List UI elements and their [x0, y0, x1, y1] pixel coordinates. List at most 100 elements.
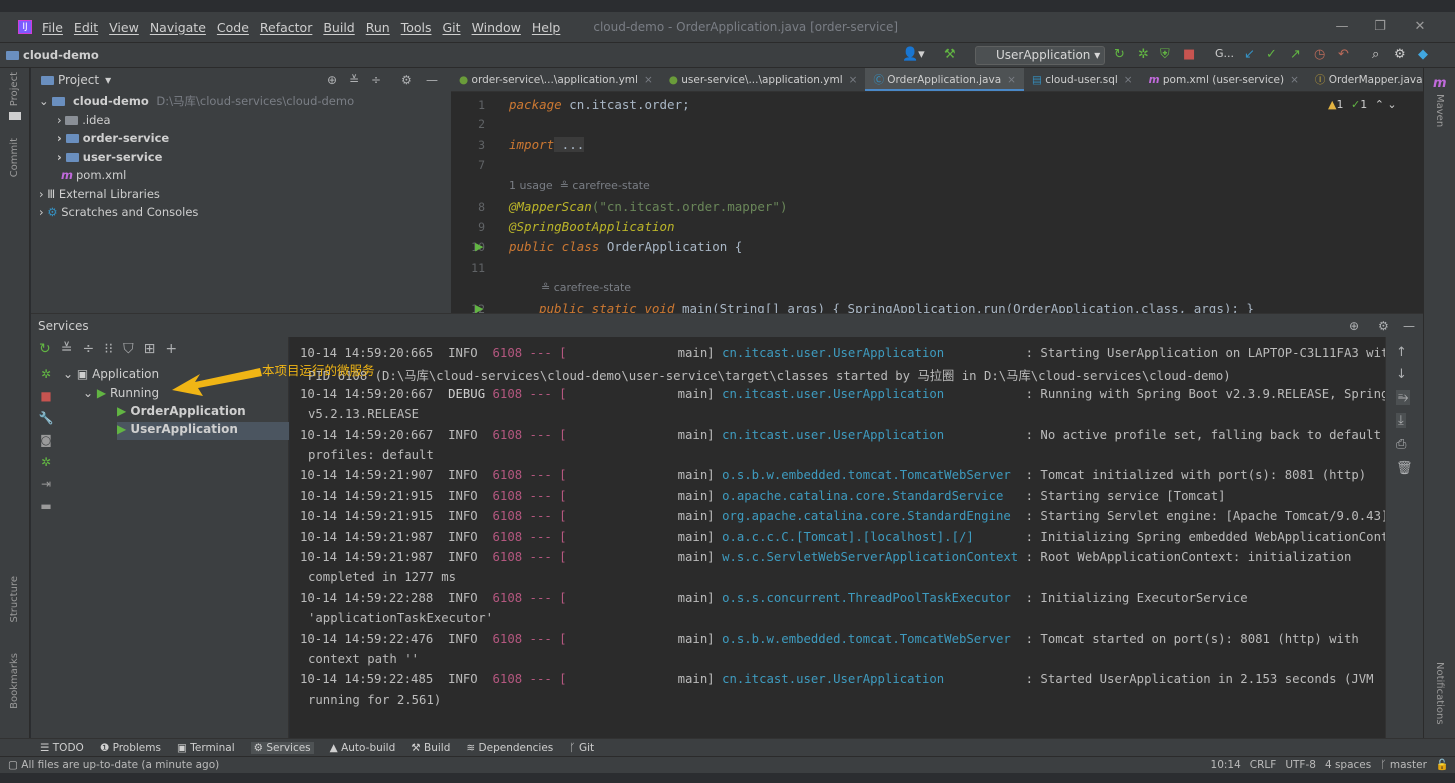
tab-cloud-user-sql[interactable]: ▤ cloud-user.sql ×	[1024, 68, 1141, 91]
add-service-icon[interactable]: +	[165, 341, 177, 357]
menu-navigate[interactable]: Navigate	[150, 20, 206, 35]
status-message[interactable]: All files are up-to-date (a minute ago)	[21, 759, 219, 771]
search-icon[interactable]: ⌕	[1372, 47, 1379, 62]
stripe-commit-tab[interactable]: Commit	[9, 138, 20, 177]
tab-order-mapper-java[interactable]: Ⓘ OrderMapper.java	[1307, 68, 1423, 91]
menu-run[interactable]: Run	[366, 20, 390, 35]
menu-file[interactable]: File	[42, 20, 63, 35]
coverage-icon[interactable]: ⛨	[1160, 47, 1170, 62]
toolwin-auto-build[interactable]: ▲ Auto-build	[330, 742, 396, 754]
stripe-maven-tab[interactable]: Maven	[1434, 94, 1445, 127]
menu-git[interactable]: Git	[443, 20, 461, 35]
git-update-icon[interactable]: ↙	[1244, 47, 1255, 62]
rerun-icon[interactable]: ↻	[39, 341, 51, 357]
breadcrumb-project[interactable]: cloud-demo	[23, 48, 99, 62]
service-order-application[interactable]: ▶ OrderApplication	[117, 404, 246, 418]
collapse-all-icon[interactable]: ÷	[82, 341, 94, 357]
toolwin-problems[interactable]: ❶ Problems	[100, 742, 161, 754]
services-root[interactable]: ⌄ ▣ Application	[63, 367, 159, 381]
menu-tools[interactable]: Tools	[401, 20, 432, 35]
git-commit-icon[interactable]: ✓	[1266, 47, 1277, 62]
tree-item-order-service[interactable]: › order-service	[39, 129, 451, 148]
inspection-widget[interactable]: ▲1 ✓1 ⌃ ⌄	[1328, 98, 1397, 111]
soft-wrap-icon[interactable]: ⥱	[1396, 390, 1411, 405]
coverage-icon[interactable]: ✲	[31, 455, 61, 477]
scroll-to-end-icon[interactable]: ⤓	[1396, 413, 1406, 428]
indent-setting[interactable]: 4 spaces	[1325, 757, 1371, 773]
toolwin-todo[interactable]: ☰ TODO	[40, 742, 84, 754]
hide-panel-icon[interactable]: —	[426, 73, 438, 87]
panel-settings-icon[interactable]: ⚙	[1378, 314, 1389, 338]
hide-panel-icon[interactable]: —	[1403, 314, 1415, 338]
minimize-icon[interactable]: —	[1322, 12, 1362, 42]
stripe-notifications-tab[interactable]: Notifications	[1434, 662, 1445, 725]
locate-icon[interactable]: ⊕	[327, 73, 337, 87]
project-view-select[interactable]: Project	[58, 73, 99, 87]
line-separator[interactable]: CRLF	[1250, 757, 1277, 773]
maven-icon[interactable]: m	[1433, 76, 1447, 91]
panel-settings-icon[interactable]: ⚙	[401, 73, 412, 87]
caret-position[interactable]: 10:14	[1211, 757, 1241, 773]
git-branch[interactable]: ᚴ master	[1380, 757, 1427, 773]
code-line[interactable]: package cn.itcast.order;	[509, 97, 690, 112]
tree-item-external-libraries[interactable]: › Ⅲ External Libraries	[39, 185, 451, 204]
toolwin-dependencies[interactable]: ≋ Dependencies	[466, 742, 553, 754]
menu-view[interactable]: View	[109, 20, 139, 35]
status-window-icon[interactable]: ▢	[8, 759, 18, 771]
toolwin-build[interactable]: ⚒ Build	[411, 742, 450, 754]
tab-order-application-yml[interactable]: ● order-service\...\application.yml ×	[451, 68, 661, 91]
clear-icon[interactable]: 🗑	[1396, 461, 1413, 476]
stop-icon[interactable]: ■	[1183, 47, 1195, 62]
history-icon[interactable]: ◷	[1314, 47, 1325, 62]
service-user-application[interactable]: ▶ UserApplication	[117, 422, 289, 440]
rollback-icon[interactable]: ↶	[1338, 47, 1349, 62]
exit-icon[interactable]: ⇥	[31, 477, 61, 499]
rerun-icon[interactable]: ↻	[1114, 47, 1125, 62]
lock-icon[interactable]: 🔓	[1436, 757, 1449, 773]
project-icon[interactable]	[9, 112, 21, 120]
inlay-hint[interactable]: 1 usage ≗ carefree-state	[509, 179, 650, 192]
tree-item-scratches[interactable]: › ⚙ Scratches and Consoles	[39, 203, 451, 222]
menu-code[interactable]: Code	[217, 20, 249, 35]
collapse-all-icon[interactable]: ÷	[371, 73, 381, 87]
run-gutter-icon[interactable]: ▶	[475, 240, 483, 253]
tab-user-application-yml[interactable]: ● user-service\...\application.yml ×	[661, 68, 866, 91]
toolwin-services[interactable]: ⚙ Services	[250, 741, 314, 754]
scroll-down-icon[interactable]: ↓	[1396, 367, 1407, 382]
tree-item-idea[interactable]: › .idea	[39, 111, 451, 130]
wrench-icon[interactable]: 🔧	[31, 411, 61, 433]
tab-order-application-java[interactable]: Ⓒ OrderApplication.java ×	[865, 68, 1024, 91]
code-line[interactable]: @SpringBootApplication	[509, 219, 675, 234]
expand-all-icon[interactable]: ≚	[349, 73, 359, 87]
chevron-down-icon[interactable]: ▾	[105, 73, 111, 87]
console-output[interactable]: 10-14 14:59:20:665 INFO 6108 --- [ main]…	[290, 337, 1385, 738]
run-configuration-select[interactable]: UserApplication ▾	[975, 46, 1105, 65]
services-group-running[interactable]: ⌄ ▶ Running	[83, 386, 159, 400]
user-icon[interactable]: 👤▾	[902, 47, 925, 62]
code-line[interactable]: import ...	[509, 137, 585, 152]
close-icon[interactable]: ✕	[1400, 12, 1440, 42]
tree-root[interactable]: ⌄ cloud-demo D:\马库\cloud-services\cloud-…	[39, 92, 451, 111]
debug-icon[interactable]: ✲	[1138, 47, 1149, 62]
new-tab-icon[interactable]: ⊞	[144, 341, 156, 357]
code-line[interactable]: @MapperScan("cn.itcast.order.mapper")	[509, 199, 787, 214]
stripe-project-tab[interactable]: Project	[9, 72, 20, 106]
menu-help[interactable]: Help	[532, 20, 561, 35]
layout-icon[interactable]: ▬	[31, 499, 61, 521]
scroll-up-icon[interactable]: ↑	[1396, 345, 1407, 360]
build-hammer-icon[interactable]: ⚒	[944, 47, 956, 62]
inlay-hint[interactable]: ≗ carefree-state	[541, 281, 631, 294]
toolwin-git[interactable]: ᚴ Git	[569, 742, 594, 754]
plugin-icon[interactable]: ◆	[1418, 47, 1428, 62]
debug-icon[interactable]: ✲	[31, 367, 61, 389]
restore-icon[interactable]: ❐	[1360, 12, 1400, 42]
tree-item-user-service[interactable]: › user-service	[39, 148, 451, 167]
expand-all-icon[interactable]: ≚	[61, 341, 73, 357]
filter-icon[interactable]: ⛉	[123, 341, 134, 357]
git-label[interactable]: G...	[1215, 47, 1234, 60]
menu-refactor[interactable]: Refactor	[260, 20, 312, 35]
stop-icon[interactable]: ■	[31, 389, 61, 411]
git-push-icon[interactable]: ↗	[1290, 47, 1301, 62]
camera-icon[interactable]: ◙	[31, 433, 61, 455]
stripe-bookmarks-tab[interactable]: Bookmarks	[9, 653, 20, 709]
